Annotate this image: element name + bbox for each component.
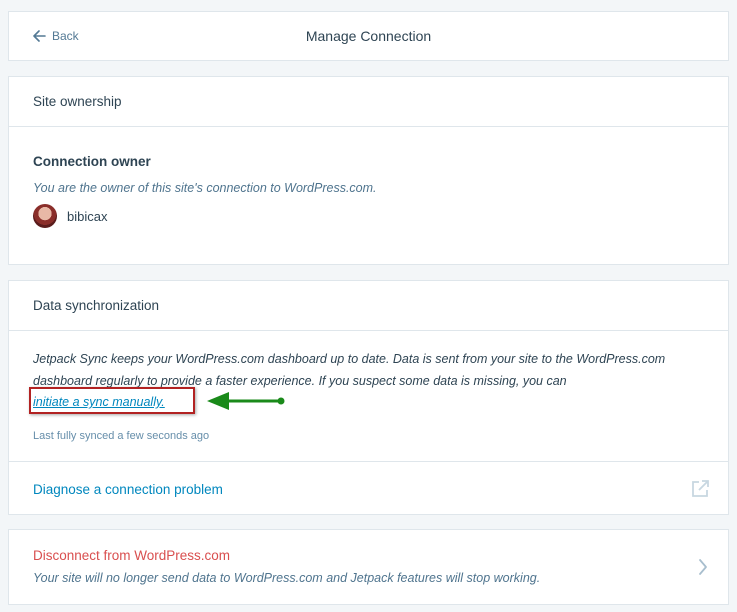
- initiate-sync-link[interactable]: initiate a sync manually.: [33, 395, 165, 409]
- external-link-icon: [692, 480, 709, 497]
- owner-user: bibicax: [33, 204, 704, 228]
- chevron-right-icon: [699, 559, 707, 575]
- section-title: Data synchronization: [9, 281, 728, 331]
- disconnect-description: Your site will no longer send data to Wo…: [33, 571, 541, 585]
- section-title: Site ownership: [9, 77, 728, 127]
- avatar: [33, 204, 57, 228]
- last-synced-text: Last fully synced a few seconds ago: [33, 430, 210, 442]
- owner-description: You are the owner of this site's connect…: [33, 181, 377, 195]
- sync-description-text: Jetpack Sync keeps your WordPress.com da…: [33, 352, 666, 388]
- disconnect-card[interactable]: Disconnect from WordPress.com Your site …: [8, 529, 729, 605]
- owner-heading: Connection owner: [33, 154, 151, 169]
- disconnect-title[interactable]: Disconnect from WordPress.com: [33, 548, 230, 563]
- diagnose-connection-link[interactable]: Diagnose a connection problem: [33, 482, 223, 497]
- sync-description: Jetpack Sync keeps your WordPress.com da…: [33, 349, 704, 414]
- diagnose-connection-row[interactable]: Diagnose a connection problem: [9, 461, 728, 515]
- annotation-arrow-icon: [207, 392, 285, 410]
- site-ownership-card: Site ownership Connection owner You are …: [8, 76, 729, 265]
- header-card: Back Manage Connection: [8, 11, 729, 61]
- page-title: Manage Connection: [305, 28, 432, 44]
- owner-username: bibicax: [67, 208, 108, 224]
- data-sync-card: Data synchronization Jetpack Sync keeps …: [8, 280, 729, 515]
